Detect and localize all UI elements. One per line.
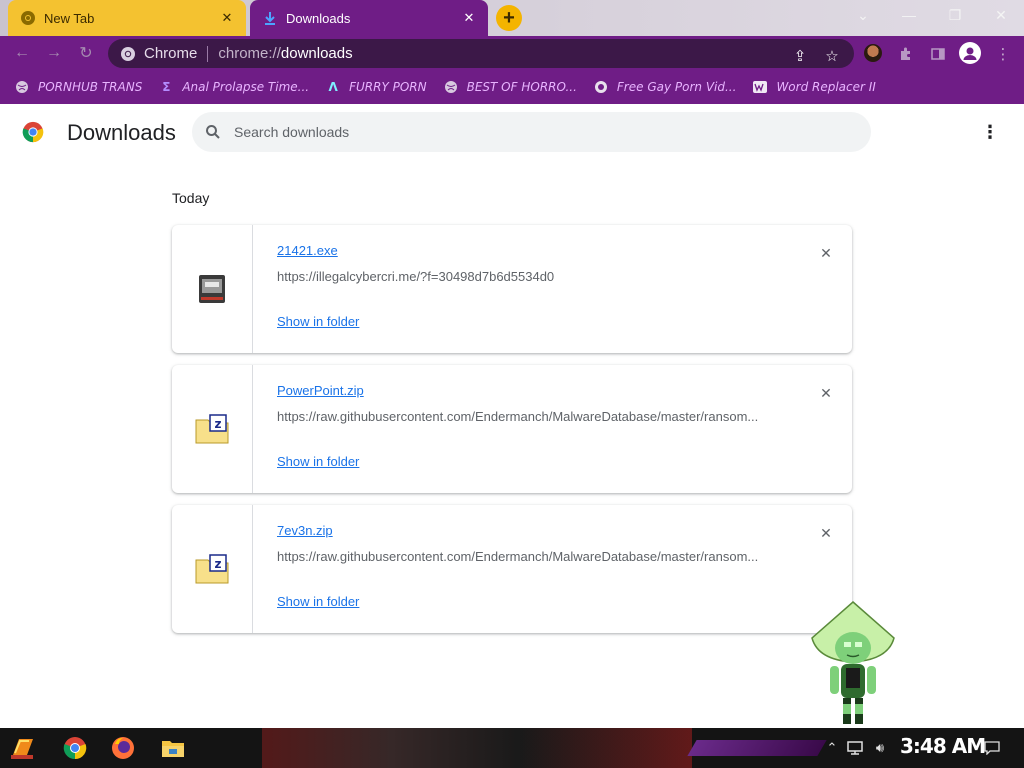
forward-icon[interactable]: → <box>42 41 66 65</box>
file-name-link[interactable]: 21421.exe <box>277 243 338 258</box>
file-name-link[interactable]: PowerPoint.zip <box>277 383 364 398</box>
file-name-link[interactable]: 7ev3n.zip <box>277 523 333 538</box>
search-icon <box>204 123 222 141</box>
chevron-down-icon[interactable]: ⌄ <box>840 0 886 30</box>
browser-menu-icon[interactable]: ⋮ <box>992 43 1014 65</box>
file-icon-column <box>172 225 253 353</box>
download-item: z PowerPoint.zip https://raw.githubuserc… <box>172 365 852 493</box>
chrome-icon[interactable] <box>58 732 92 764</box>
svg-text:z: z <box>215 417 222 431</box>
network-icon[interactable] <box>846 738 864 758</box>
extensions-puzzle-icon[interactable] <box>895 43 917 65</box>
wr-icon <box>752 79 768 95</box>
profile-icon[interactable] <box>959 42 981 64</box>
exe-file-icon <box>199 275 225 303</box>
file-explorer-icon[interactable] <box>156 732 190 764</box>
reload-icon[interactable]: ↻ <box>74 41 98 65</box>
bookmark-label: Word Replacer II <box>776 80 876 94</box>
search-input[interactable] <box>234 124 834 140</box>
bookmark-item[interactable]: Λ FURRY PORN <box>325 79 427 95</box>
address-bar[interactable]: Chrome chrome://downloads ⇪ ☆ <box>108 39 854 68</box>
show-in-folder-link[interactable]: Show in folder <box>277 594 359 609</box>
chrome-icon <box>20 10 36 26</box>
close-icon[interactable]: ✕ <box>978 0 1024 30</box>
chevron-up-icon[interactable]: ⌃ <box>826 738 838 758</box>
more-options-icon[interactable]: ⋮ <box>980 122 1000 142</box>
download-icon <box>262 10 278 26</box>
date-group-label: Today <box>172 190 210 206</box>
bookmark-item[interactable]: Σ Anal Prolapse Time... <box>158 79 309 95</box>
tab-new-tab[interactable]: New Tab ✕ <box>8 0 246 36</box>
tab-close-icon[interactable]: ✕ <box>216 7 238 29</box>
taskbar: ⌃ 🔊︎ 3:48 AM <box>0 728 1024 768</box>
volume-icon[interactable]: 🔊︎ <box>870 738 890 758</box>
taskbar-clock[interactable]: 3:48 AM <box>900 734 986 758</box>
chrome-logo-icon <box>22 121 44 143</box>
share-icon[interactable]: ⇪ <box>790 46 810 66</box>
tab-close-icon[interactable]: ✕ <box>458 7 480 29</box>
taskbar-wallpaper-art <box>262 728 692 768</box>
bookmark-label: BEST OF HORRO... <box>466 80 577 94</box>
chrome-icon <box>121 46 135 61</box>
remove-download-icon[interactable]: ✕ <box>816 383 836 403</box>
restore-icon[interactable]: ❐ <box>932 0 978 30</box>
download-item: z 7ev3n.zip https://raw.githubuserconten… <box>172 505 852 633</box>
bookmarks-bar: PORNHUB TRANS Σ Anal Prolapse Time... Λ … <box>0 70 1024 104</box>
extension-avatar-icon[interactable] <box>864 44 882 62</box>
globe-icon <box>443 79 459 95</box>
bookmark-item[interactable]: Word Replacer II <box>752 79 876 95</box>
bookmark-item[interactable]: BEST OF HORRO... <box>443 79 577 95</box>
start-icon[interactable] <box>6 732 40 764</box>
back-icon[interactable]: ← <box>10 41 34 65</box>
download-item: 21421.exe https://illegalcybercri.me/?f=… <box>172 225 852 353</box>
zip-file-icon: z <box>195 554 229 584</box>
file-source-url: https://raw.githubusercontent.com/Enderm… <box>277 409 759 424</box>
show-in-folder-link[interactable]: Show in folder <box>277 454 359 469</box>
downloads-header: Downloads ⋮ <box>0 104 1024 160</box>
minimize-icon[interactable]: — <box>886 0 932 30</box>
site-label: Chrome <box>144 45 198 62</box>
url-path: downloads <box>280 45 353 62</box>
remove-download-icon[interactable]: ✕ <box>816 243 836 263</box>
svg-text:z: z <box>215 557 222 571</box>
zip-file-icon: z <box>195 414 229 444</box>
globe-icon <box>14 79 30 95</box>
tab-title: Downloads <box>286 10 351 26</box>
tab-downloads[interactable]: Downloads ✕ <box>250 0 488 36</box>
file-icon-column: z <box>172 505 253 633</box>
bookmark-item[interactable]: PORNHUB TRANS <box>14 79 142 95</box>
search-bar[interactable] <box>192 112 871 152</box>
file-icon-column: z <box>172 365 253 493</box>
browser-toolbar: ← → ↻ Chrome chrome://downloads ⇪ ☆ ⋮ <box>0 36 1024 70</box>
firefox-icon[interactable] <box>106 732 140 764</box>
remove-download-icon[interactable]: ✕ <box>816 523 836 543</box>
file-source-url: https://raw.githubusercontent.com/Enderm… <box>277 549 759 564</box>
show-in-folder-link[interactable]: Show in folder <box>277 314 359 329</box>
tab-title: New Tab <box>44 10 95 26</box>
bookmark-label: Anal Prolapse Time... <box>182 80 310 94</box>
bookmark-label: Free Gay Porn Vid... <box>616 80 737 94</box>
tab-strip: New Tab ✕ Downloads ✕ + ⌄ — ❐ ✕ <box>0 0 1024 36</box>
desktop-mascot-character[interactable] <box>808 600 898 728</box>
bookmark-item[interactable]: Free Gay Porn Vid... <box>593 79 737 95</box>
file-source-url: https://illegalcybercri.me/?f=30498d7b6d… <box>277 269 555 284</box>
star-icon[interactable]: ☆ <box>822 46 842 66</box>
taskbar-decoration <box>687 740 827 756</box>
bookmark-label: FURRY PORN <box>349 80 427 94</box>
url-scheme: chrome:// <box>218 45 281 62</box>
side-panel-icon[interactable] <box>927 43 949 65</box>
new-tab-button[interactable]: + <box>496 5 522 31</box>
bookmark-label: PORNHUB TRANS <box>38 80 143 94</box>
lambda-icon: Λ <box>328 80 338 94</box>
sigma-icon: Σ <box>162 80 171 94</box>
site-icon <box>593 79 609 95</box>
page-title: Downloads <box>67 120 176 145</box>
omnibox-divider <box>207 45 209 62</box>
notification-icon[interactable] <box>982 738 1002 758</box>
